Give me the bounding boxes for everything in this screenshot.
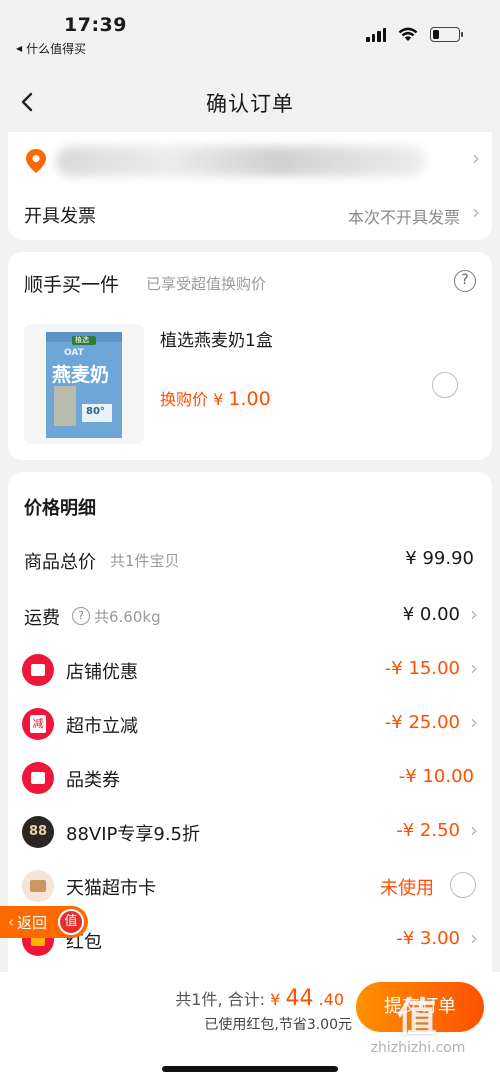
row-value: -¥ 25.00 [384, 712, 460, 733]
row-value: -¥ 3.00 [396, 928, 460, 949]
row-value: ¥ 0.00 [402, 604, 460, 625]
row-label: 天猫超市卡 [66, 878, 156, 899]
home-indicator [162, 1066, 338, 1072]
reduction-icon-text: 减 [30, 715, 46, 733]
watermark-domain: zhizhizhi.com [370, 1040, 466, 1056]
nav-bar: 确认订单 [0, 72, 500, 132]
location-pin-icon [26, 149, 46, 173]
watermark-logo: 值 [397, 995, 439, 1041]
coupon-icon [22, 654, 54, 686]
row-sub: 共6.60kg [94, 608, 161, 626]
row-value: -¥ 10.00 [398, 766, 474, 787]
price-detail-title: 价格明细 [24, 498, 96, 519]
address-card: › 开具发票 本次不开具发票 › [8, 132, 492, 240]
row-value: ¥ 99.90 [405, 548, 474, 569]
product-price: 换购价 ¥ 1.00 [160, 386, 271, 410]
addon-card: 顺手买一件 已享受超值换购价 ? 植选 OAT 燕麦奶 80° 植选燕麦奶1盒 … [8, 252, 492, 460]
total-line: 共1件, 合计: ¥ 44 .40 [175, 986, 344, 1011]
coupon-icon [22, 762, 54, 794]
row-label: 运费 [24, 608, 60, 629]
chevron-left-icon: ‹ [8, 913, 14, 931]
total-amount: 44 [285, 986, 314, 1011]
help-circle-icon[interactable]: ? [72, 607, 90, 625]
row-label: 品类券 [66, 770, 120, 791]
row-label: 店铺优惠 [66, 662, 138, 683]
addon-title: 顺手买一件 [24, 274, 120, 296]
tmall-card-radio[interactable] [450, 872, 476, 898]
row-label: 超市立减 [66, 716, 138, 737]
floating-back-button[interactable]: ‹ 返回 值 [0, 906, 88, 938]
back-triangle-icon: ◀ [16, 44, 23, 53]
back-to-app-link[interactable]: ◀ 什么值得买 [16, 40, 86, 57]
chevron-right-icon: › [470, 602, 478, 626]
product-carton-text: 燕麦奶 [52, 364, 110, 386]
price-currency: ¥ [213, 390, 224, 409]
chevron-right-icon: › [470, 926, 478, 950]
bottom-bar: 共1件, 合计: ¥ 44 .40 已使用红包,节省3.00元 提交订单 值 z… [0, 972, 500, 1084]
price-amount: 1.00 [228, 388, 271, 410]
row-market-reduction[interactable]: 减 超市立减 -¥ 25.00 › [8, 706, 492, 742]
chevron-right-icon: › [470, 656, 478, 680]
row-value: -¥ 2.50 [396, 820, 460, 841]
floating-back-label: 返回 [17, 913, 48, 932]
price-detail-card: 价格明细 商品总价 共1件宝贝 ¥ 99.90 运费 ? 共6.60kg ¥ 0… [8, 472, 492, 972]
total-currency: ¥ [270, 990, 281, 1009]
product-name[interactable]: 植选燕麦奶1盒 [160, 326, 273, 351]
invoice-label: 开具发票 [24, 206, 96, 227]
total-label: 合计: [227, 990, 266, 1009]
vip-88-icon: 88 [22, 816, 54, 848]
watermark: 值 zhizhizhi.com [348, 996, 488, 1070]
item-count: 共1件, [175, 990, 223, 1009]
row-value: -¥ 15.00 [384, 658, 460, 679]
product-oat-text: OAT [64, 348, 84, 358]
row-category-coupon[interactable]: 品类券 -¥ 10.00 [8, 760, 492, 796]
row-shipping[interactable]: 运费 ? 共6.60kg ¥ 0.00 › [8, 598, 492, 634]
card-icon [22, 870, 54, 902]
status-bar: 17:39 ◀ 什么值得买 [0, 0, 500, 62]
product-badge: 80° [86, 406, 105, 417]
row-value: 未使用 [380, 878, 434, 899]
help-icon[interactable]: ? [454, 270, 476, 292]
row-sub: 共1件宝贝 [110, 552, 180, 570]
address-redacted[interactable] [56, 146, 426, 176]
row-goods-total: 商品总价 共1件宝贝 ¥ 99.90 [8, 542, 492, 578]
zhi-badge: 值 [58, 909, 84, 935]
invoice-chevron-icon: › [472, 200, 480, 224]
row-shop-discount[interactable]: 店铺优惠 -¥ 15.00 › [8, 652, 492, 688]
addon-select-radio[interactable] [432, 372, 458, 398]
page-title: 确认订单 [206, 92, 294, 116]
status-time: 17:39 [64, 14, 127, 36]
saved-text: 已使用红包,节省3.00元 [204, 1017, 352, 1033]
chevron-right-icon: › [470, 818, 478, 842]
addon-subtitle: 已享受超值换购价 [146, 275, 267, 293]
address-chevron-icon: › [472, 146, 480, 170]
reduction-icon: 减 [22, 708, 54, 740]
total-decimal: .40 [318, 990, 344, 1009]
chevron-right-icon: › [470, 710, 478, 734]
product-image[interactable]: 植选 OAT 燕麦奶 80° [24, 324, 144, 444]
battery-icon [430, 27, 463, 42]
price-label: 换购价 [160, 390, 209, 409]
product-brand: 植选 [75, 336, 89, 344]
invoice-value[interactable]: 本次不开具发票 [348, 204, 460, 228]
row-tmall-card[interactable]: 天猫超市卡 未使用 [8, 868, 492, 904]
cellular-signal-icon [366, 27, 386, 42]
status-icons [366, 27, 463, 42]
row-label: 88VIP专享9.5折 [66, 824, 201, 845]
row-label: 商品总价 [24, 552, 96, 573]
row-88vip[interactable]: 88 88VIP专享9.5折 -¥ 2.50 › [8, 814, 492, 850]
wifi-icon [398, 27, 418, 41]
back-app-label: 什么值得买 [26, 42, 87, 56]
